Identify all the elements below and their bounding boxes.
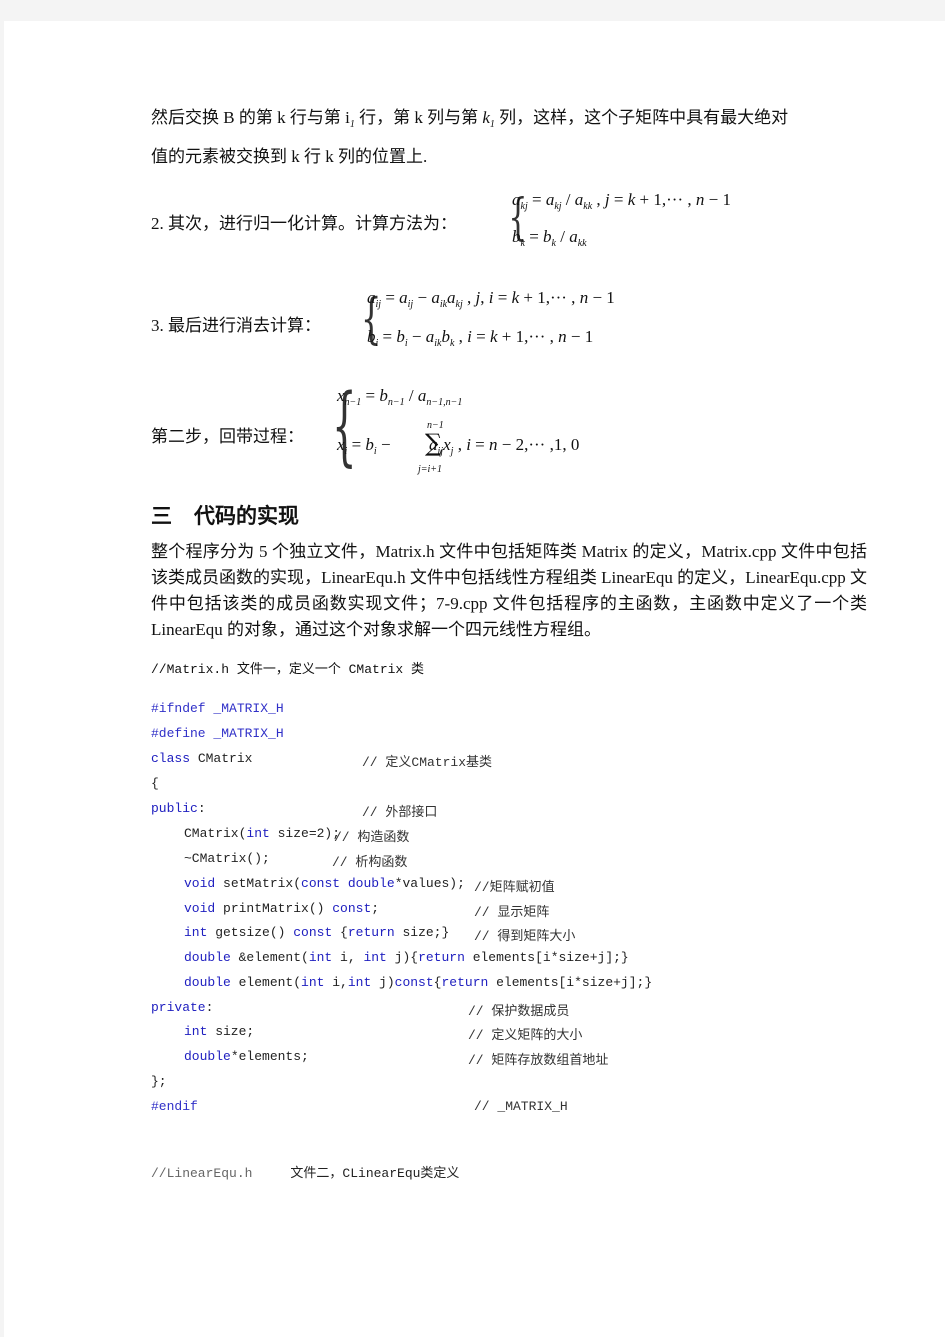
code-line: }; (151, 1074, 167, 1089)
code-line: int getsize() const {return size;} (184, 925, 449, 940)
code-keyword: int (184, 925, 208, 940)
code-keyword: void (184, 876, 216, 891)
code-keyword: void (184, 901, 216, 916)
text-span: 然后交换 B 的第 k 行与第 (151, 108, 346, 127)
code-line: double*elements; (184, 1049, 309, 1064)
step3-eq2: bi = bi − aikbk , i = k + 1,··· , n − 1 (367, 327, 594, 349)
code-text: double element(int i,int j)const{return … (184, 975, 653, 990)
code-comment: // 保护数据成员 (468, 1004, 570, 1019)
code-comment: // 构造函数 (334, 830, 410, 845)
code-keyword: double (347, 876, 395, 891)
code-keyword: double (184, 975, 231, 990)
code-keyword: return (441, 975, 489, 990)
code-text: double &element(int i, int j){return ele… (184, 950, 629, 965)
code-line: { (151, 776, 159, 791)
back-sub-eq1: xn−1 = bn−1 / an−1,n−1 (337, 386, 463, 408)
text-span: 列，这样，这个子矩阵中具有最大绝对 (494, 108, 789, 127)
code-comment: // 外部接口 (362, 805, 438, 820)
code-keyword: const (301, 876, 341, 891)
code-text: int getsize() const {return size;} (184, 925, 450, 940)
code-text: #endif (151, 1099, 198, 1114)
step3-eq1: aij = aij − aikakj , j, i = k + 1,··· , … (367, 288, 615, 310)
code-line: private: (151, 1000, 213, 1015)
code-keyword: int (347, 975, 372, 990)
code-keyword: class (151, 751, 191, 766)
code-text: double*elements; (184, 1049, 309, 1064)
code-text: private: (151, 1000, 214, 1015)
code-keyword: double (184, 950, 231, 965)
sum-lower-limit: j=i+1 (418, 464, 443, 475)
code-keyword: const (293, 925, 333, 940)
code-text: ~CMatrix(); (184, 851, 270, 866)
code-line: double &element(int i, int j){return ele… (184, 950, 629, 965)
code-comment: // 矩阵存放数组首地址 (468, 1053, 609, 1068)
code-text: int size; (184, 1024, 255, 1039)
code-comment: // 得到矩阵大小 (474, 929, 576, 944)
code-text: #define _MATRIX_H (151, 726, 284, 741)
summation-symbol: ∑ (425, 429, 443, 457)
code-comment: // 定义CMatrix基类 (362, 755, 493, 770)
file2-name: //LinearEqu.h (151, 1166, 253, 1181)
code-text: { (151, 776, 159, 791)
code-keyword: return (418, 950, 465, 965)
file2-header-comment: //LinearEqu.h 文件二，CLinearEqu类定义 (151, 1162, 459, 1181)
code-keyword: private (151, 1000, 206, 1015)
code-keyword: return (347, 925, 395, 940)
code-line: int size; (184, 1024, 254, 1039)
k1-base: k (482, 108, 490, 127)
code-text: class CMatrix (151, 751, 253, 766)
back-sub-eq2: xi = bi − aijxj , i = n − 2,··· ,1, 0 (337, 435, 580, 457)
code-text: void printMatrix() const; (184, 901, 380, 916)
back-substitution-label: 第二步，回带过程： (151, 427, 304, 446)
intro-line-1: 然后交换 B 的第 k 行与第 i1 行，第 k 列与第 k1 列，这样，这个子… (151, 107, 788, 135)
code-line: public: (151, 801, 206, 816)
section-heading: 三代码的实现 (151, 500, 299, 530)
code-text: public: (151, 801, 206, 816)
code-comment: // 析构函数 (332, 855, 408, 870)
code-text: CMatrix(int size=2); (184, 826, 341, 841)
code-comment: //矩阵赋初值 (474, 880, 555, 895)
file1-header-comment: //Matrix.h 文件一，定义一个 CMatrix 类 (151, 662, 425, 677)
code-line: class CMatrix (151, 751, 252, 766)
code-line: CMatrix(int size=2); (184, 826, 340, 841)
code-keyword: int (363, 950, 387, 965)
heading-text: 代码的实现 (194, 504, 299, 528)
heading-number: 三 (151, 504, 172, 528)
code-keyword: int (308, 950, 333, 965)
sum-upper-limit: n−1 (427, 420, 444, 431)
code-text: #ifndef _MATRIX_H (151, 701, 284, 716)
code-line: void printMatrix() const; (184, 901, 379, 916)
code-comment: // 定义矩阵的大小 (468, 1028, 583, 1043)
code-line: void setMatrix(const double*values); (184, 876, 465, 891)
code-keyword: public (151, 801, 198, 816)
code-keyword: double (184, 1049, 231, 1064)
code-text: void setMatrix(const double*values); (184, 876, 465, 891)
step3-label: 3. 最后进行消去计算： (151, 316, 321, 335)
file2-desc: 文件二，CLinearEqu类定义 (290, 1166, 460, 1181)
code-keyword: int (184, 1024, 208, 1039)
code-line: #endif (151, 1099, 198, 1114)
text-span: 行，第 k 列与第 (354, 108, 483, 127)
code-keyword: int (301, 975, 325, 990)
math-i1: i1 (345, 108, 355, 130)
code-comment: // 显示矩阵 (474, 905, 550, 920)
math-k1: k1 (482, 108, 495, 130)
code-keyword: const (394, 975, 434, 990)
code-comment: // _MATRIX_H (474, 1099, 568, 1114)
code-keyword: const (332, 901, 372, 916)
step2-eq2: bk = bk / akk (512, 227, 587, 249)
code-line: #define _MATRIX_H (151, 726, 284, 741)
section-paragraph: 整个程序分为 5 个独立文件，Matrix.h 文件中包括矩阵类 Matrix … (151, 542, 867, 639)
intro-line-2: 值的元素被交换到 k 行 k 列的位置上. (151, 147, 428, 166)
code-line: #ifndef _MATRIX_H (151, 701, 284, 716)
step2-eq1: akj = akj / akk , j = k + 1,··· , n − 1 (512, 190, 731, 212)
code-text: }; (151, 1074, 167, 1089)
code-keyword: int (246, 826, 270, 841)
code-line: ~CMatrix(); (184, 851, 270, 866)
document-page: 然后交换 B 的第 k 行与第 i1 行，第 k 列与第 k1 列，这样，这个子… (4, 21, 945, 1337)
step2-label: 2. 其次，进行归一化计算。计算方法为： (151, 214, 457, 233)
code-line: double element(int i,int j)const{return … (184, 975, 652, 990)
